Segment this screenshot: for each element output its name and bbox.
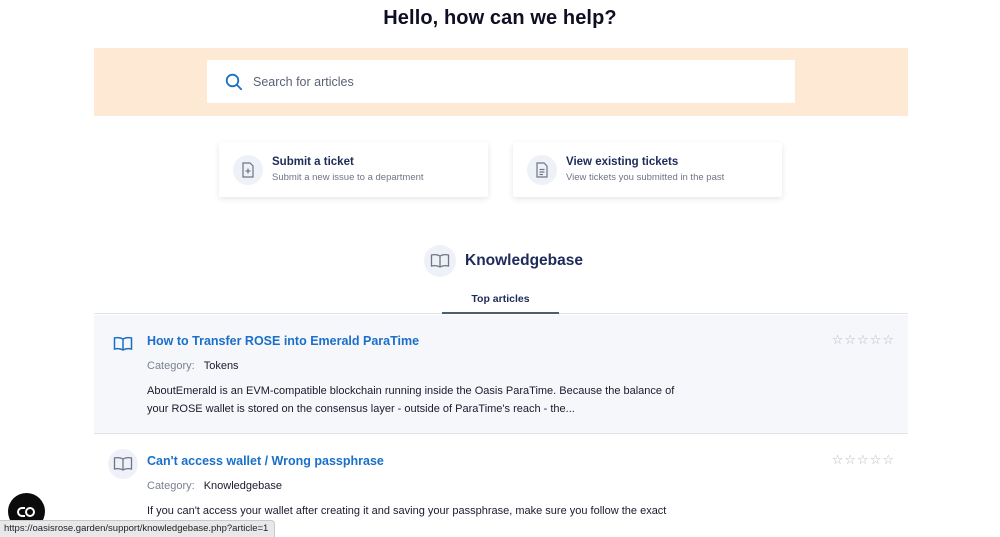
page-title: Hello, how can we help? bbox=[383, 7, 617, 29]
star-icon: ☆ bbox=[844, 452, 857, 467]
article-title-link[interactable]: Can't access wallet / Wrong passphrase bbox=[147, 454, 384, 468]
book-open-icon bbox=[424, 245, 456, 277]
book-open-icon bbox=[108, 449, 138, 479]
view-tickets-title: View existing tickets bbox=[566, 156, 679, 168]
submit-ticket-subtitle: Submit a new issue to a department bbox=[272, 172, 424, 183]
star-icon: ☆ bbox=[831, 452, 844, 467]
tab-top-articles[interactable]: Top articles bbox=[442, 288, 559, 314]
star-icon: ☆ bbox=[831, 332, 844, 347]
star-icon: ☆ bbox=[857, 452, 869, 467]
star-icon: ☆ bbox=[869, 452, 882, 467]
knowledgebase-header: Knowledgebase bbox=[424, 245, 583, 277]
star-icon: ☆ bbox=[869, 332, 882, 347]
star-icon: ☆ bbox=[882, 332, 894, 347]
view-tickets-card[interactable]: View existing tickets View tickets you s… bbox=[513, 142, 782, 197]
status-bar-url: https://oasisrose.garden/support/knowled… bbox=[0, 520, 276, 537]
category-value: Knowledgebase bbox=[203, 480, 282, 492]
chat-icon bbox=[16, 506, 35, 517]
article-excerpt: If you can't access your wallet after cr… bbox=[147, 505, 667, 517]
article-tabs: Top articles bbox=[94, 288, 908, 314]
category-label: Category: bbox=[147, 480, 195, 492]
article-category: Category: Tokens bbox=[147, 360, 239, 372]
file-text-icon bbox=[527, 154, 557, 185]
submit-ticket-title: Submit a ticket bbox=[272, 156, 354, 168]
star-icon: ☆ bbox=[857, 332, 869, 347]
view-tickets-subtitle: View tickets you submitted in the past bbox=[566, 172, 725, 183]
star-icon: ☆ bbox=[882, 452, 894, 467]
knowledgebase-heading: Knowledgebase bbox=[465, 252, 583, 269]
rating-stars: ☆ ☆ ☆ ☆ ☆ bbox=[832, 333, 894, 346]
category-value: Tokens bbox=[203, 360, 239, 372]
file-plus-icon bbox=[233, 154, 263, 185]
search-box[interactable] bbox=[207, 60, 795, 103]
article-excerpt: AboutEmerald is an EVM-compatible blockc… bbox=[147, 385, 675, 415]
search-input[interactable] bbox=[253, 74, 753, 89]
category-label: Category: bbox=[147, 360, 195, 372]
book-open-icon bbox=[108, 329, 138, 359]
star-icon: ☆ bbox=[844, 332, 857, 347]
list-item[interactable]: How to Transfer ROSE into Emerald ParaTi… bbox=[94, 315, 908, 434]
submit-ticket-card[interactable]: Submit a ticket Submit a new issue to a … bbox=[219, 142, 488, 197]
rating-stars: ☆ ☆ ☆ ☆ ☆ bbox=[832, 453, 894, 466]
search-banner bbox=[94, 48, 908, 116]
article-title-link[interactable]: How to Transfer ROSE into Emerald ParaTi… bbox=[147, 334, 419, 348]
search-icon bbox=[225, 73, 243, 90]
article-category: Category: Knowledgebase bbox=[147, 480, 282, 492]
